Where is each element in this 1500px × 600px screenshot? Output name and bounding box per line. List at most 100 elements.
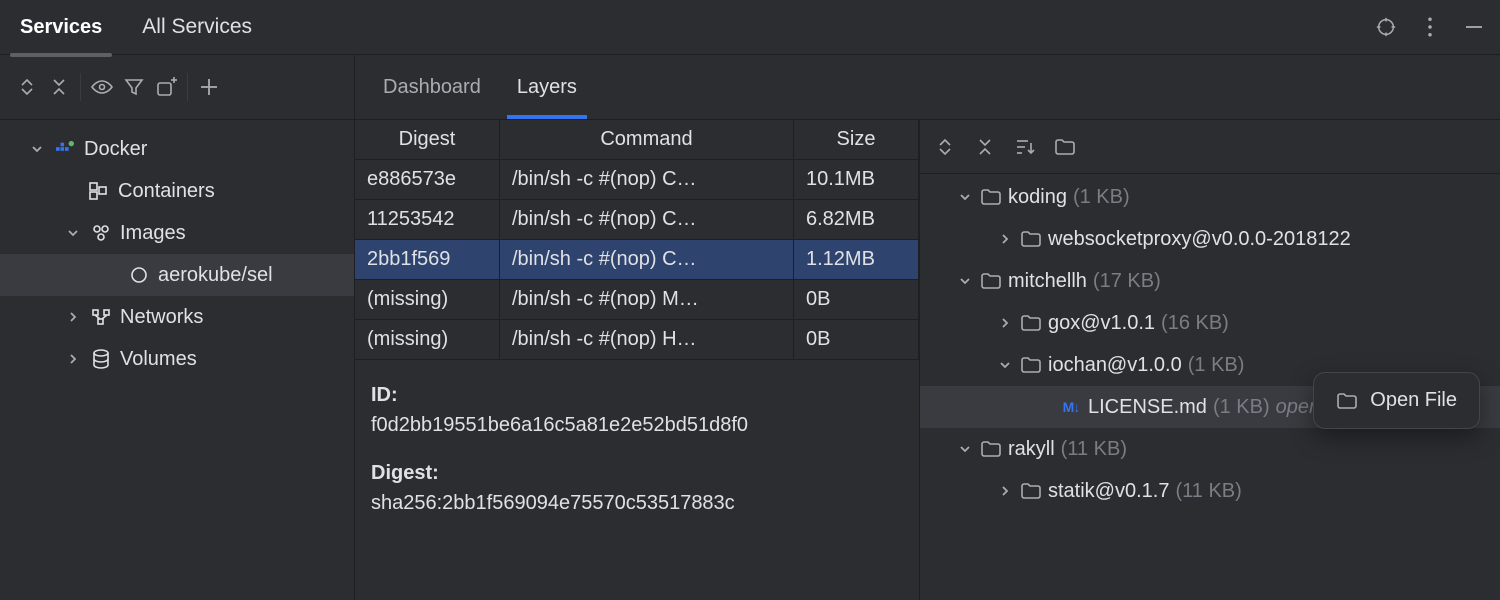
networks-icon	[90, 306, 112, 328]
folder-icon	[1020, 312, 1042, 334]
containers-icon	[88, 180, 110, 202]
chevron-down-icon	[956, 190, 974, 204]
show-icon[interactable]	[87, 72, 117, 102]
collapse-all-icon[interactable]	[44, 72, 74, 102]
file-size: (1 KB)	[1188, 354, 1245, 377]
file-size: (17 KB)	[1093, 270, 1161, 293]
file-name: mitchellh	[1008, 270, 1087, 293]
cell-size: 1.12MB	[794, 240, 919, 279]
services-toolbar	[0, 55, 354, 120]
th-size[interactable]: Size	[794, 120, 919, 159]
filter-icon[interactable]	[119, 72, 149, 102]
tree-node-containers[interactable]: Containers	[0, 170, 354, 212]
file-size: (16 KB)	[1161, 312, 1229, 335]
context-menu: Open File	[1313, 372, 1480, 429]
tree-label: aerokube/sel	[158, 264, 273, 287]
cell-digest: (missing)	[355, 320, 500, 359]
circle-icon	[128, 264, 150, 286]
tab-services[interactable]: Services	[0, 0, 122, 54]
tree-label: Images	[120, 222, 186, 245]
menu-open-file[interactable]: Open File	[1322, 381, 1471, 420]
table-row[interactable]: (missing)/bin/sh -c #(nop) H…0B	[355, 320, 919, 360]
file-name: statik@v0.1.7	[1048, 480, 1169, 503]
details-id-value: f0d2bb19551be6a16c5a81e2e52bd51d8f0	[371, 410, 903, 440]
file-name: rakyll	[1008, 438, 1055, 461]
chevron-down-icon	[956, 442, 974, 456]
minimize-icon[interactable]	[1463, 16, 1485, 38]
file-tree-row[interactable]: websocketproxy@v0.0.0-2018122	[920, 218, 1500, 260]
chevron-down-icon	[956, 274, 974, 288]
docker-icon	[54, 138, 76, 160]
sort-icon[interactable]	[1014, 136, 1036, 158]
tree-label: Containers	[118, 180, 215, 203]
layer-files-panel: koding (1 KB) websocketproxy@v0.0.0-20181…	[920, 120, 1500, 600]
folder-icon	[1020, 480, 1042, 502]
file-tree-row[interactable]: gox@v1.0.1 (16 KB)	[920, 302, 1500, 344]
title-bar: Services All Services	[0, 0, 1500, 55]
chevron-right-icon	[64, 352, 82, 366]
markdown-file-icon: M↓	[1060, 396, 1082, 418]
add-icon[interactable]	[194, 72, 224, 102]
tree-node-image-item[interactable]: aerokube/sel	[0, 254, 354, 296]
file-size: (1 KB)	[1073, 186, 1130, 209]
th-command[interactable]: Command	[500, 120, 794, 159]
cell-size: 10.1MB	[794, 160, 919, 199]
folder-icon	[1336, 392, 1358, 410]
cell-command: /bin/sh -c #(nop) M…	[500, 280, 794, 319]
table-row[interactable]: (missing)/bin/sh -c #(nop) M…0B	[355, 280, 919, 320]
details-digest-label: Digest:	[371, 458, 903, 488]
tab-all-services[interactable]: All Services	[122, 0, 272, 54]
file-name: websocketproxy@v0.0.0-2018122	[1048, 228, 1351, 251]
tree-label: Networks	[120, 306, 203, 329]
cell-digest: (missing)	[355, 280, 500, 319]
volumes-icon	[90, 348, 112, 370]
table-header: Digest Command Size	[355, 120, 919, 160]
tool-window-tabs: Services All Services	[0, 0, 272, 54]
cell-command: /bin/sh -c #(nop) C…	[500, 200, 794, 239]
detail-panel: Dashboard Layers Digest Command Size e88…	[355, 55, 1500, 600]
collapse-all-icon[interactable]	[974, 136, 996, 158]
target-icon[interactable]	[1375, 16, 1397, 38]
layer-details: ID: f0d2bb19551be6a16c5a81e2e52bd51d8f0 …	[355, 360, 919, 532]
tab-layers[interactable]: Layers	[499, 55, 595, 119]
file-size: (11 KB)	[1175, 480, 1241, 503]
menu-label: Open File	[1370, 389, 1457, 412]
file-tree-row[interactable]: mitchellh (17 KB)	[920, 260, 1500, 302]
more-icon[interactable]	[1419, 16, 1441, 38]
separator	[187, 73, 188, 101]
file-size: (1 KB)	[1213, 396, 1270, 419]
layers-content: Digest Command Size e886573e/bin/sh -c #…	[355, 120, 1500, 600]
file-name: LICENSE.md	[1088, 396, 1207, 419]
table-row[interactable]: 11253542/bin/sh -c #(nop) C…6.82MB	[355, 200, 919, 240]
file-name: koding	[1008, 186, 1067, 209]
chevron-right-icon	[996, 232, 1014, 246]
table-row[interactable]: e886573e/bin/sh -c #(nop) C…10.1MB	[355, 160, 919, 200]
tree-node-volumes[interactable]: Volumes	[0, 338, 354, 380]
cell-digest: e886573e	[355, 160, 500, 199]
folder-icon	[980, 438, 1002, 460]
th-digest[interactable]: Digest	[355, 120, 500, 159]
services-tree: Docker Containers Images	[0, 120, 354, 388]
details-digest-value: sha256:2bb1f569094e75570c53517883c	[371, 488, 903, 518]
tab-dashboard[interactable]: Dashboard	[365, 55, 499, 119]
cell-digest: 2bb1f569	[355, 240, 500, 279]
chevron-down-icon	[28, 142, 46, 156]
expand-all-icon[interactable]	[12, 72, 42, 102]
cell-command: /bin/sh -c #(nop) H…	[500, 320, 794, 359]
file-tree-row[interactable]: koding (1 KB)	[920, 176, 1500, 218]
folder-icon	[1020, 354, 1042, 376]
new-window-icon[interactable]	[151, 72, 181, 102]
file-tree-row[interactable]: statik@v0.1.7 (11 KB)	[920, 470, 1500, 512]
file-tree-row[interactable]: rakyll (11 KB)	[920, 428, 1500, 470]
tree-node-images[interactable]: Images	[0, 212, 354, 254]
chevron-right-icon	[996, 316, 1014, 330]
title-bar-actions	[1375, 16, 1485, 38]
expand-all-icon[interactable]	[934, 136, 956, 158]
tree-node-networks[interactable]: Networks	[0, 296, 354, 338]
cell-command: /bin/sh -c #(nop) C…	[500, 240, 794, 279]
detail-tabs: Dashboard Layers	[355, 55, 1500, 120]
table-row[interactable]: 2bb1f569/bin/sh -c #(nop) C…1.12MB	[355, 240, 919, 280]
tree-node-docker[interactable]: Docker	[0, 128, 354, 170]
folder-icon[interactable]	[1054, 136, 1076, 158]
cell-command: /bin/sh -c #(nop) C…	[500, 160, 794, 199]
